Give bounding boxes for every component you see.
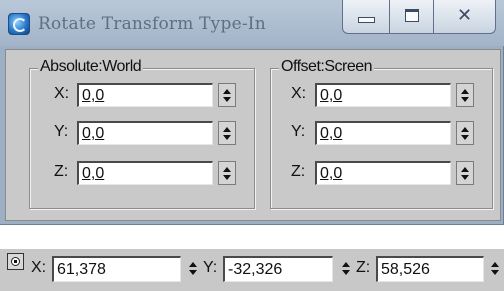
toolbar-z-spinner[interactable]	[488, 257, 502, 281]
absolute-world-group: Absolute:World X: 0,0 Y: 0,0 Z: 0,0	[29, 58, 255, 209]
absolute-y-input[interactable]: 0,0	[77, 121, 213, 145]
close-icon: ✕	[456, 5, 473, 26]
absolute-x-spinner[interactable]	[218, 83, 236, 107]
window-title: Rotate Transform Type-In	[38, 14, 266, 34]
transform-type-in-toolbar: X: 61,378 Y: -32,326 Z: 58,526	[0, 249, 504, 291]
absolute-x-row: X: 0,0	[30, 83, 254, 109]
absolute-z-spinner[interactable]	[218, 161, 236, 185]
offset-z-input[interactable]: 0,0	[315, 161, 451, 185]
absolute-mode-toggle-icon[interactable]	[7, 253, 24, 270]
close-button[interactable]: ✕	[434, 0, 496, 34]
toolbar-x-label: X:	[31, 259, 47, 276]
absolute-world-label: Absolute:World	[38, 58, 144, 76]
offset-y-spinner[interactable]	[456, 121, 474, 145]
absolute-z-input[interactable]: 0,0	[77, 161, 213, 185]
toolbar-y-spinner[interactable]	[339, 257, 353, 281]
toolbar-z-input[interactable]: 58,526	[376, 256, 484, 282]
offset-y-label: Y:	[291, 123, 306, 140]
absolute-x-input[interactable]: 0,0	[77, 83, 213, 107]
absolute-y-label: Y:	[54, 123, 69, 140]
offset-screen-label: Offset:Screen	[279, 58, 375, 76]
offset-y-row: Y: 0,0	[271, 121, 492, 147]
absolute-y-row: Y: 0,0	[30, 121, 254, 147]
toolbar-y-input[interactable]: -32,326	[223, 256, 333, 282]
maximize-button[interactable]	[390, 0, 434, 34]
app-icon	[8, 13, 30, 35]
toolbar-x-spinner[interactable]	[186, 257, 200, 281]
offset-screen-group: Offset:Screen X: 0,0 Y: 0,0 Z: 0,0	[270, 58, 493, 209]
offset-z-spinner[interactable]	[456, 161, 474, 185]
dialog-body: Absolute:World X: 0,0 Y: 0,0 Z: 0,0 Offs…	[5, 49, 501, 221]
absolute-x-label: X:	[54, 85, 70, 102]
caption-buttons: ✕	[342, 0, 496, 40]
toolbar-z-label: Z:	[356, 259, 371, 276]
offset-z-label: Z:	[291, 163, 306, 180]
offset-x-label: X:	[291, 85, 307, 102]
offset-y-input[interactable]: 0,0	[315, 121, 451, 145]
offset-z-row: Z: 0,0	[271, 161, 492, 187]
offset-x-row: X: 0,0	[271, 83, 492, 109]
offset-x-spinner[interactable]	[456, 83, 474, 107]
toolbar-x-input[interactable]: 61,378	[52, 256, 181, 282]
absolute-z-row: Z: 0,0	[30, 161, 254, 187]
title-bar[interactable]: Rotate Transform Type-In ✕	[0, 0, 504, 46]
minimize-button[interactable]	[342, 0, 390, 34]
absolute-z-label: Z:	[54, 163, 69, 180]
toolbar-y-label: Y:	[203, 259, 218, 276]
absolute-y-spinner[interactable]	[218, 121, 236, 145]
offset-x-input[interactable]: 0,0	[315, 83, 451, 107]
rotate-transform-dialog: Rotate Transform Type-In ✕ Absolute:Worl…	[0, 0, 504, 225]
